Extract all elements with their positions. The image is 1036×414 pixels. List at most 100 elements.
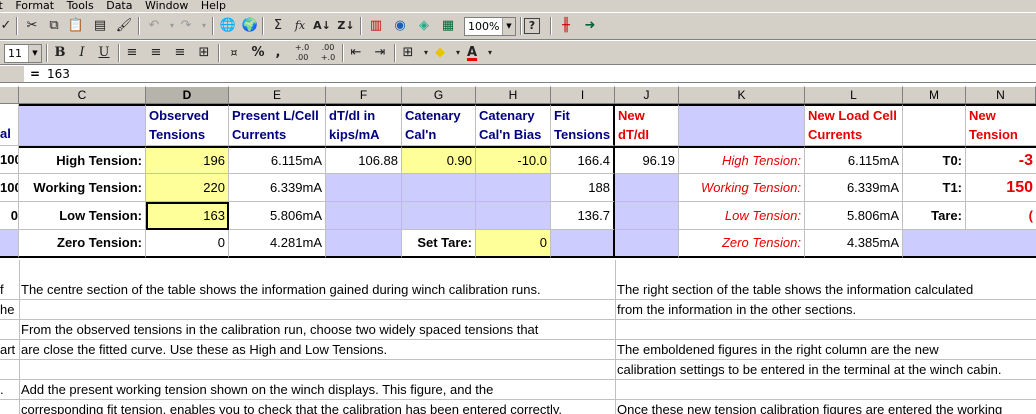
- column-header-e[interactable]: E: [229, 86, 326, 104]
- cell-new-current-zero[interactable]: 4.385mA: [805, 230, 903, 258]
- increase-decimal-button[interactable]: +.0 .00: [290, 43, 314, 63]
- web-toolbar-icon[interactable]: 🌍: [240, 16, 260, 36]
- label-k-working-tension[interactable]: Working Tension:: [679, 174, 805, 202]
- note-right-line[interactable]: The emboldened figures in the right colu…: [617, 340, 1036, 360]
- cell-g-row2[interactable]: [402, 174, 476, 202]
- column-header-f[interactable]: F: [326, 86, 402, 104]
- drawing-icon[interactable]: ◈: [414, 16, 434, 36]
- cell-t0-value[interactable]: -3: [966, 146, 1036, 174]
- sort-ascending-icon[interactable]: A↓: [312, 16, 332, 36]
- note-right-line[interactable]: Once these new tension calibration figur…: [617, 400, 1036, 414]
- cell-current-low[interactable]: 5.806mA: [229, 202, 326, 230]
- cell-b-header[interactable]: al: [0, 104, 19, 146]
- column-header-j[interactable]: J: [615, 86, 679, 104]
- formula-input[interactable]: 163: [47, 66, 70, 82]
- cell-h-row3[interactable]: [476, 202, 551, 230]
- cell-tare-value[interactable]: (: [966, 202, 1036, 230]
- cell-scale[interactable]: 0.90: [402, 146, 476, 174]
- cell-new-current-low[interactable]: 5.806mA: [805, 202, 903, 230]
- cell-observed-high[interactable]: 196: [146, 146, 229, 174]
- cell-f-row4[interactable]: [326, 230, 402, 258]
- percent-button[interactable]: %: [248, 43, 268, 63]
- name-box[interactable]: [0, 66, 24, 82]
- cell-b-row2[interactable]: 100: [0, 174, 19, 202]
- cell-m-header[interactable]: [903, 104, 966, 146]
- function-icon[interactable]: fx: [290, 16, 310, 36]
- currency-icon[interactable]: ¤: [224, 43, 244, 63]
- note-center-line[interactable]: From the observed tensions in the calibr…: [21, 320, 613, 340]
- chart-wizard-icon[interactable]: ▥: [366, 16, 386, 36]
- cell-observed-low[interactable]: 163: [146, 202, 229, 230]
- label-high-tension[interactable]: High Tension:: [19, 146, 146, 174]
- align-right-icon[interactable]: ≡: [170, 43, 190, 63]
- column-header-m[interactable]: M: [903, 86, 966, 104]
- merge-center-icon[interactable]: ⊞: [194, 43, 214, 63]
- cell-f-row3[interactable]: [326, 202, 402, 230]
- cell-current-zero[interactable]: 4.281mA: [229, 230, 326, 258]
- label-k-high-tension[interactable]: High Tension:: [679, 146, 805, 174]
- cell-observed-working[interactable]: 220: [146, 174, 229, 202]
- comma-button[interactable]: ,: [268, 43, 288, 63]
- undo-icon[interactable]: ↶: [144, 16, 164, 36]
- format-painter-icon[interactable]: 🖌: [114, 16, 134, 36]
- label-tare[interactable]: Tare:: [903, 202, 966, 230]
- menu-window[interactable]: Window: [145, 0, 188, 11]
- column-header-g[interactable]: G: [402, 86, 476, 104]
- redo-dropdown-icon[interactable]: ▾: [194, 16, 214, 36]
- cell-mn-row4[interactable]: [903, 230, 1036, 258]
- menu-tools[interactable]: Tools: [67, 0, 94, 11]
- chevron-down-icon[interactable]: ▼: [28, 45, 41, 62]
- header-fit-tensions[interactable]: Fit Tensions: [551, 104, 615, 146]
- paste-special-icon[interactable]: ▤: [90, 16, 110, 36]
- spreadsheet-grid[interactable]: al Observed Tensions Present L/Cell Curr…: [0, 104, 1036, 414]
- header-present-currents[interactable]: Present L/Cell Currents: [229, 104, 326, 146]
- cell-dtdi-high[interactable]: 106.88: [326, 146, 402, 174]
- note-right-line[interactable]: from the information in the other sectio…: [617, 300, 1036, 320]
- cell-i-row4[interactable]: [551, 230, 615, 258]
- note-left-fragment[interactable]: art: [0, 340, 18, 360]
- note-center-line[interactable]: corresponding fit tension, enables you t…: [21, 400, 615, 414]
- decrease-indent-icon[interactable]: ⇤: [346, 43, 366, 63]
- note-center-line[interactable]: The centre section of the table shows th…: [21, 280, 613, 300]
- cell-t1-value[interactable]: 150: [966, 174, 1036, 202]
- header-new-tension-cal[interactable]: New Tension Ca: [966, 104, 1036, 146]
- note-center-line[interactable]: are close the fitted curve. Use these as…: [21, 340, 613, 360]
- increase-indent-icon[interactable]: ⇥: [370, 43, 390, 63]
- cell-j-row4[interactable]: [615, 230, 679, 258]
- fill-color-icon[interactable]: ◆: [430, 43, 450, 63]
- copy-icon[interactable]: ⧉: [44, 16, 64, 36]
- redo-icon[interactable]: ↷: [176, 16, 196, 36]
- zoom-select[interactable]: 100% ▼: [464, 17, 516, 36]
- cell-b-row1[interactable]: 100: [0, 146, 19, 174]
- column-header-c[interactable]: C: [19, 86, 146, 104]
- note-left-fragment[interactable]: he: [0, 300, 18, 320]
- borders-icon[interactable]: ⊞: [398, 43, 418, 63]
- label-t1[interactable]: T1:: [903, 174, 966, 202]
- label-k-zero-tension[interactable]: Zero Tension:: [679, 230, 805, 258]
- header-observed-tensions[interactable]: Observed Tensions: [146, 104, 229, 146]
- cell-k-header[interactable]: [679, 104, 805, 146]
- menu-insert[interactable]: rt: [0, 0, 3, 11]
- column-header-h[interactable]: H: [476, 86, 551, 104]
- note-left-fragment[interactable]: .: [0, 380, 18, 400]
- help-icon[interactable]: ?: [524, 18, 540, 34]
- header-dtdi[interactable]: dT/dI in kips/mA: [326, 104, 402, 146]
- font-color-icon[interactable]: A: [462, 43, 482, 63]
- font-size-select[interactable]: 11 ▼: [4, 44, 42, 63]
- cell-current-high[interactable]: 6.115mA: [229, 146, 326, 174]
- align-center-icon[interactable]: ≡: [146, 43, 166, 63]
- note-center-line[interactable]: Add the present working tension shown on…: [21, 380, 613, 400]
- label-k-low-tension[interactable]: Low Tension:: [679, 202, 805, 230]
- cell-new-current-working[interactable]: 6.339mA: [805, 174, 903, 202]
- column-header-n[interactable]: N: [966, 86, 1036, 104]
- cell-j-row3[interactable]: [615, 202, 679, 230]
- underline-button[interactable]: U: [94, 43, 114, 63]
- cell-c-header[interactable]: [19, 104, 146, 146]
- cell-fit-high[interactable]: 166.4: [551, 146, 615, 174]
- column-header-b[interactable]: [0, 86, 19, 104]
- menu-format[interactable]: Format: [15, 0, 54, 11]
- map-icon[interactable]: ◉: [390, 16, 410, 36]
- chevron-down-icon[interactable]: ▼: [502, 18, 515, 35]
- chevron-down-icon[interactable]: ▾: [480, 43, 500, 63]
- label-working-tension[interactable]: Working Tension:: [19, 174, 146, 202]
